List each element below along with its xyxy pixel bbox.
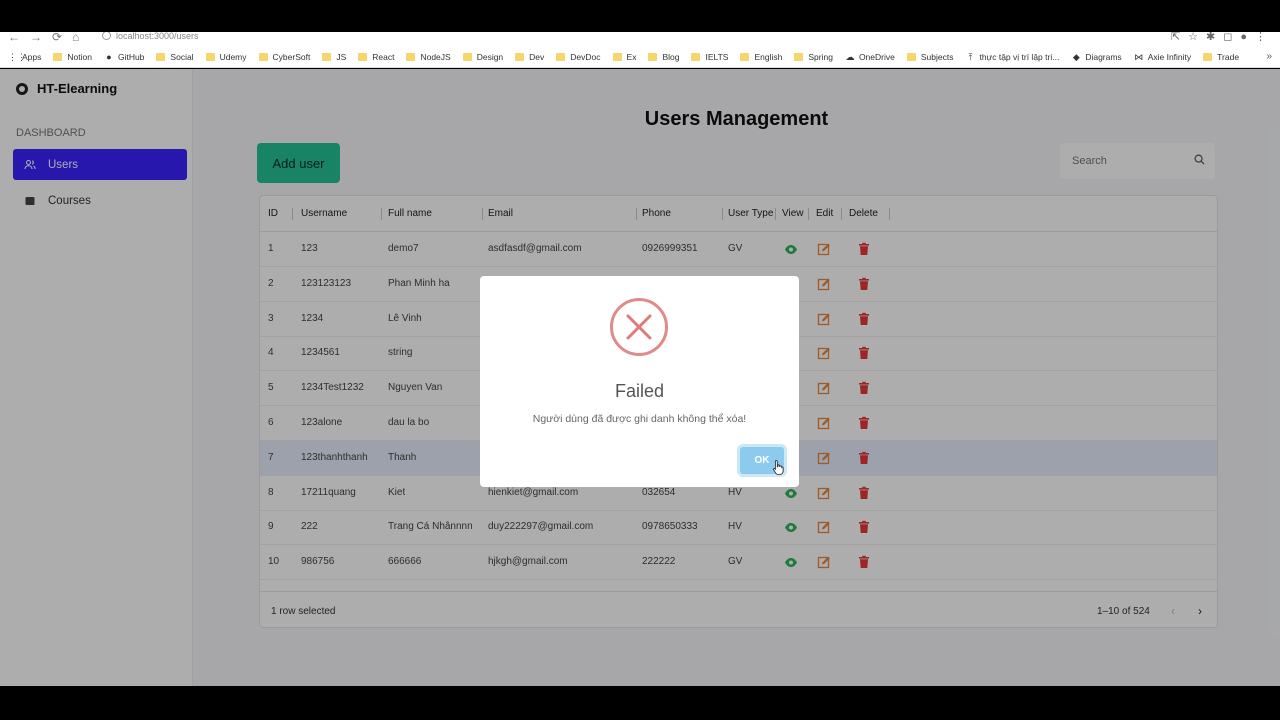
browser-toolbar: ←→⟳⌂ localhost:3000/users ⇱☆✱◻●⋮: [0, 32, 1280, 46]
bookmark-icon: ☁: [845, 51, 855, 62]
folder-icon: [794, 52, 804, 61]
bookmark-4[interactable]: Udemy: [205, 51, 247, 62]
bookmark-label: Udemy: [219, 51, 247, 62]
bookmark-label: OneDrive: [858, 51, 895, 62]
address-bar[interactable]: localhost:3000/users: [116, 32, 199, 41]
bookmark-7[interactable]: React: [358, 52, 394, 62]
folder-icon: [358, 52, 368, 61]
folder-icon: [205, 52, 215, 61]
bookmark-16[interactable]: Spring: [794, 52, 833, 62]
bookmark-1[interactable]: Notion: [53, 52, 92, 62]
browser-extension-icons[interactable]: ⇱☆✱◻●⋮: [1171, 32, 1274, 43]
bookmark-label: JS: [336, 51, 347, 62]
bookmark-label: IELTS: [705, 51, 729, 62]
bookmark-icon: ⋈: [1134, 51, 1144, 62]
bookmark-label: Blog: [662, 51, 680, 62]
bookmark-label: Dev: [529, 51, 545, 62]
folder-icon: [556, 52, 566, 61]
folder-icon: [612, 52, 622, 61]
bookmark-label: Diagrams: [1085, 51, 1122, 62]
bookmark-label: Ex: [626, 51, 637, 62]
bookmark-label: Notion: [67, 51, 92, 62]
folder-icon: [156, 52, 166, 61]
bookmark-label: Apps: [22, 51, 42, 62]
bookmark-21[interactable]: ⋈ Axie Infinity: [1134, 52, 1191, 62]
folder-icon: [906, 52, 916, 61]
bookmark-icon: ●: [106, 51, 112, 62]
folder-icon: [691, 52, 701, 61]
bookmark-5[interactable]: CyberSoft: [258, 51, 311, 62]
folder-icon: [740, 52, 750, 61]
bookmark-9[interactable]: Design: [462, 51, 504, 62]
folder-icon: [322, 52, 332, 61]
bookmark-19[interactable]: ⤒ thực tập vị trí lập tri...: [965, 52, 1059, 62]
folder-icon: [648, 52, 658, 61]
bookmark-label: React: [372, 51, 395, 62]
folder-icon: [258, 52, 268, 61]
site-info-icon[interactable]: [102, 32, 111, 40]
folder-icon: [53, 52, 63, 61]
hand-cursor-icon: [773, 460, 784, 475]
bookmark-icon: ◆: [1072, 51, 1080, 62]
bookmark-label: DevDoc: [570, 51, 601, 62]
folder-icon: [406, 52, 416, 61]
folder-icon: [1203, 52, 1213, 61]
dialog-title: Failed: [614, 381, 665, 401]
bookmark-label: Spring: [808, 51, 833, 62]
bookmark-label: thực tập vị trí lập tri...: [979, 51, 1060, 62]
bookmark-2[interactable]: ● GitHub: [104, 52, 144, 62]
bookmark-label: Axie Infinity: [1147, 51, 1192, 62]
bookmark-17[interactable]: ☁ OneDrive: [845, 51, 895, 62]
dialog-message: Người dùng đã được ghi danh không thể xó…: [532, 413, 747, 425]
app: HT-Elearning DASHBOARD Users Courses Use…: [0, 69, 1280, 686]
bookmark-label: Design: [476, 51, 504, 62]
bookmark-icon: ⤒: [968, 51, 973, 62]
bookmark-12[interactable]: Ex: [612, 51, 637, 62]
bookmark-label: GitHub: [117, 51, 145, 62]
bookmark-14[interactable]: IELTS: [691, 52, 728, 62]
screen: ←→⟳⌂ localhost:3000/users ⇱☆✱◻●⋮ ⋮⋮ Apps N…: [0, 0, 1280, 720]
bookmark-18[interactable]: Subjects: [906, 51, 954, 62]
bookmark-20[interactable]: ◆ Diagrams: [1071, 51, 1122, 62]
bookmark-11[interactable]: DevDoc: [556, 51, 601, 62]
more-bookmarks-icon[interactable]: »: [1266, 51, 1272, 62]
bookmark-label: English: [754, 51, 783, 62]
error-dialog: Failed Người dùng đã được ghi danh không…: [480, 276, 799, 487]
bookmark-label: NodeJS: [420, 51, 451, 62]
folder-icon: [462, 52, 472, 61]
bookmark-15[interactable]: English: [740, 52, 782, 62]
bookmark-6[interactable]: JS: [322, 52, 346, 62]
bookmark-22[interactable]: Trade: [1203, 52, 1239, 62]
bookmark-label: Subjects: [920, 51, 954, 62]
bookmark-8[interactable]: NodeJS: [406, 51, 451, 62]
bookmark-10[interactable]: Dev: [515, 52, 544, 62]
bookmark-0[interactable]: ⋮⋮ Apps: [8, 52, 41, 62]
bookmark-3[interactable]: Social: [156, 51, 194, 62]
browser-nav-icons[interactable]: ←→⟳⌂: [8, 32, 89, 44]
error-icon: [610, 298, 668, 356]
bookmark-label: Trade: [1217, 51, 1240, 62]
bookmarks-bar: ⋮⋮ Apps Notion ● GitHub Social Udemy CyberSoft J…: [0, 46, 1280, 68]
bookmark-13[interactable]: Blog: [648, 52, 679, 62]
bookmark-label: Social: [170, 51, 194, 62]
folder-icon: [515, 52, 525, 61]
bookmark-label: CyberSoft: [272, 51, 311, 62]
bookmark-icon: ⋮⋮: [8, 51, 26, 62]
